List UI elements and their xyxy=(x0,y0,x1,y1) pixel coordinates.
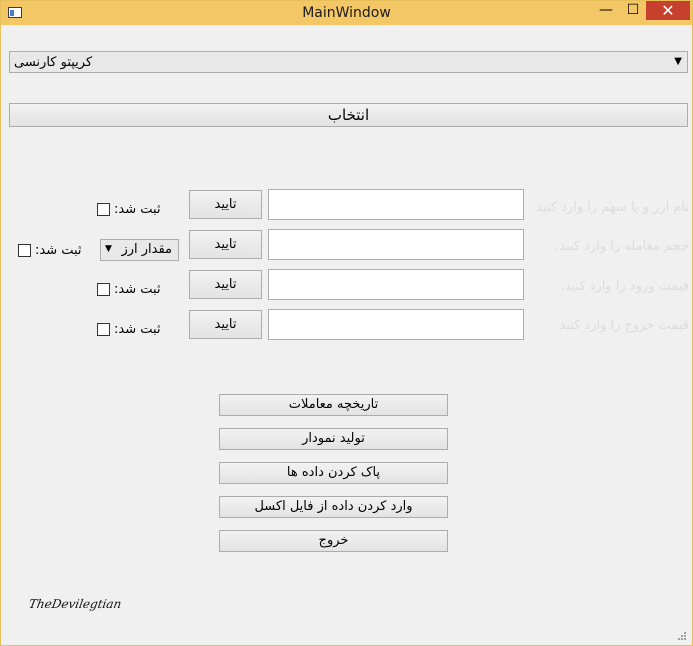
volume-status: ثبت شد: xyxy=(18,243,82,258)
chevron-down-icon: ▼ xyxy=(105,244,112,254)
entry-price-registered-checkbox[interactable] xyxy=(97,283,110,296)
entry-price-status-label: ثبت شد: xyxy=(114,282,161,297)
minimize-icon[interactable]: — xyxy=(593,1,619,20)
window-title: MainWindow xyxy=(302,5,391,21)
symbol-status-label: ثبت شد: xyxy=(114,202,161,217)
import-excel-button[interactable]: وارد کردن داده از فایل اکسل xyxy=(219,496,448,518)
volume-registered-checkbox[interactable] xyxy=(18,244,31,257)
currency-select-value: مقدار ارز xyxy=(121,242,172,257)
confirm-symbol-button[interactable]: تایید xyxy=(189,190,262,219)
crypto-combo-value: کریپتو کارنسی xyxy=(14,55,93,70)
crypto-combo-box[interactable]: کریپتو کارنسی ▼ xyxy=(9,51,688,73)
chevron-down-icon: ▼ xyxy=(674,56,682,67)
resize-grip-icon[interactable] xyxy=(678,632,686,640)
exit-price-status: ثبت شد: xyxy=(97,322,161,337)
trade-history-button[interactable]: تاریخچه معاملات xyxy=(219,394,448,416)
exit-price-input[interactable] xyxy=(268,309,524,340)
entry-price-status: ثبت شد: xyxy=(97,282,161,297)
generate-chart-button[interactable]: تولید نمودار xyxy=(219,428,448,450)
volume-input[interactable] xyxy=(268,229,524,260)
entry-price-input[interactable] xyxy=(268,269,524,300)
confirm-volume-button[interactable]: تایید xyxy=(189,230,262,259)
exit-button[interactable]: خروج xyxy=(219,530,448,552)
exit-price-status-label: ثبت شد: xyxy=(114,322,161,337)
symbol-prompt: نام ارز و یا سهم را وارد کنید. xyxy=(532,200,689,215)
title-bar: MainWindow — ☐ ✕ xyxy=(1,1,692,25)
main-window: MainWindow — ☐ ✕ کریپتو کارنسی ▼ انتخاب … xyxy=(0,0,693,646)
symbol-status: ثبت شد: xyxy=(97,202,161,217)
volume-prompt: حجم معامله را وارد کنید. xyxy=(555,239,689,254)
author-signature: TheDevilegtian xyxy=(27,597,123,611)
volume-status-label: ثبت شد: xyxy=(35,243,82,258)
confirm-exit-price-button[interactable]: تایید xyxy=(189,310,262,339)
select-button[interactable]: انتخاب xyxy=(9,103,688,127)
clear-data-button[interactable]: پاک کردن داده ها xyxy=(219,462,448,484)
entry-price-prompt: قیمت ورود را وارد کنید. xyxy=(560,279,689,294)
symbol-input[interactable] xyxy=(268,189,524,220)
exit-price-registered-checkbox[interactable] xyxy=(97,323,110,336)
symbol-registered-checkbox[interactable] xyxy=(97,203,110,216)
maximize-icon[interactable]: ☐ xyxy=(620,1,646,20)
currency-select[interactable]: مقدار ارز ▼ xyxy=(100,239,179,261)
confirm-entry-price-button[interactable]: تایید xyxy=(189,270,262,299)
exit-price-prompt: قیمت خروج را وارد کنید. xyxy=(555,318,689,333)
close-icon[interactable]: ✕ xyxy=(646,1,690,20)
